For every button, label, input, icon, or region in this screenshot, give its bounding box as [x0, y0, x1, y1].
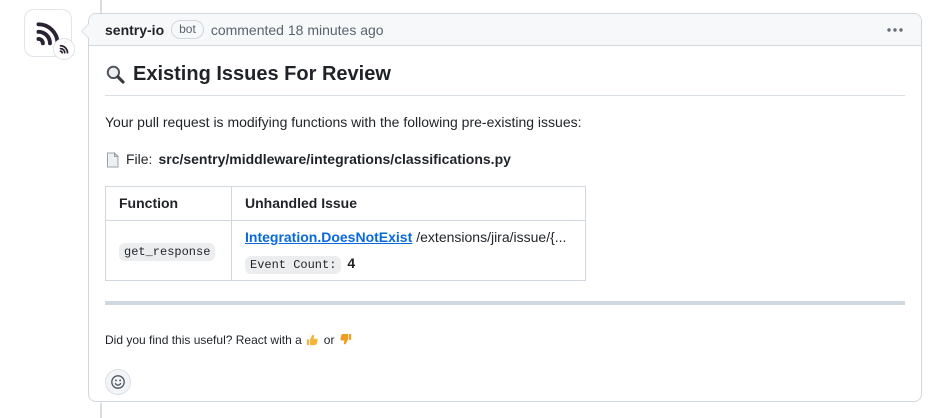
table-header-row: Function Unhandled Issue [106, 187, 586, 221]
file-label: File: [126, 149, 152, 170]
function-cell: get_response [106, 221, 232, 281]
event-count-value: 4 [347, 255, 355, 271]
footnote: Did you find this useful? React with a o… [105, 331, 905, 349]
timeline-line-top [100, 0, 102, 13]
page-icon [105, 152, 120, 168]
file-path: src/sentry/middleware/integrations/class… [158, 149, 510, 170]
avatar-bot-badge [53, 38, 75, 60]
thumbs-up-icon [306, 333, 320, 347]
issue-cell: Integration.DoesNotExist/extensions/jira… [232, 221, 586, 281]
action-label: commented [211, 22, 284, 38]
event-count-label-code: Event Count: [245, 256, 341, 274]
author-link[interactable]: sentry-io [105, 22, 164, 38]
column-header-function: Function [106, 187, 232, 221]
smiley-icon [110, 374, 126, 390]
issues-table: Function Unhandled Issue get_response In… [105, 186, 586, 281]
column-header-issue: Unhandled Issue [232, 187, 586, 221]
thumbs-down-icon [338, 333, 352, 347]
intro-text: Your pull request is modifying functions… [105, 112, 905, 133]
kebab-icon [887, 28, 903, 32]
sentry-logo-icon [57, 42, 71, 56]
avatar[interactable] [24, 9, 72, 57]
markdown-divider [105, 301, 905, 305]
footnote-connector: or [324, 331, 335, 349]
add-reaction-button[interactable] [105, 369, 131, 395]
event-count-line: Event Count: 4 [245, 253, 572, 274]
comment-action: commented 18 minutes ago [211, 22, 384, 38]
function-name-code: get_response [119, 243, 215, 261]
bot-badge: bot [171, 20, 204, 39]
magnifier-icon [105, 64, 126, 85]
footnote-text: Did you find this useful? React with a [105, 331, 302, 349]
comment-title: Existing Issues For Review [105, 62, 905, 96]
comment-card: sentry-io bot commented 18 minutes ago E… [88, 13, 922, 402]
comment-body: Existing Issues For Review Your pull req… [89, 46, 921, 411]
comment-header: sentry-io bot commented 18 minutes ago [89, 14, 921, 46]
comment-timestamp[interactable]: 18 minutes ago [288, 22, 384, 38]
table-row: get_response Integration.DoesNotExist/ex… [106, 221, 586, 281]
comment-title-text: Existing Issues For Review [133, 62, 391, 87]
issue-line: Integration.DoesNotExist/extensions/jira… [245, 227, 572, 248]
kebab-menu-button[interactable] [885, 24, 905, 36]
file-line: File: src/sentry/middleware/integrations… [105, 149, 905, 170]
comment-caret-fill [82, 23, 90, 39]
issue-link[interactable]: Integration.DoesNotExist [245, 229, 412, 245]
issue-path: /extensions/jira/issue/{... [416, 229, 566, 245]
